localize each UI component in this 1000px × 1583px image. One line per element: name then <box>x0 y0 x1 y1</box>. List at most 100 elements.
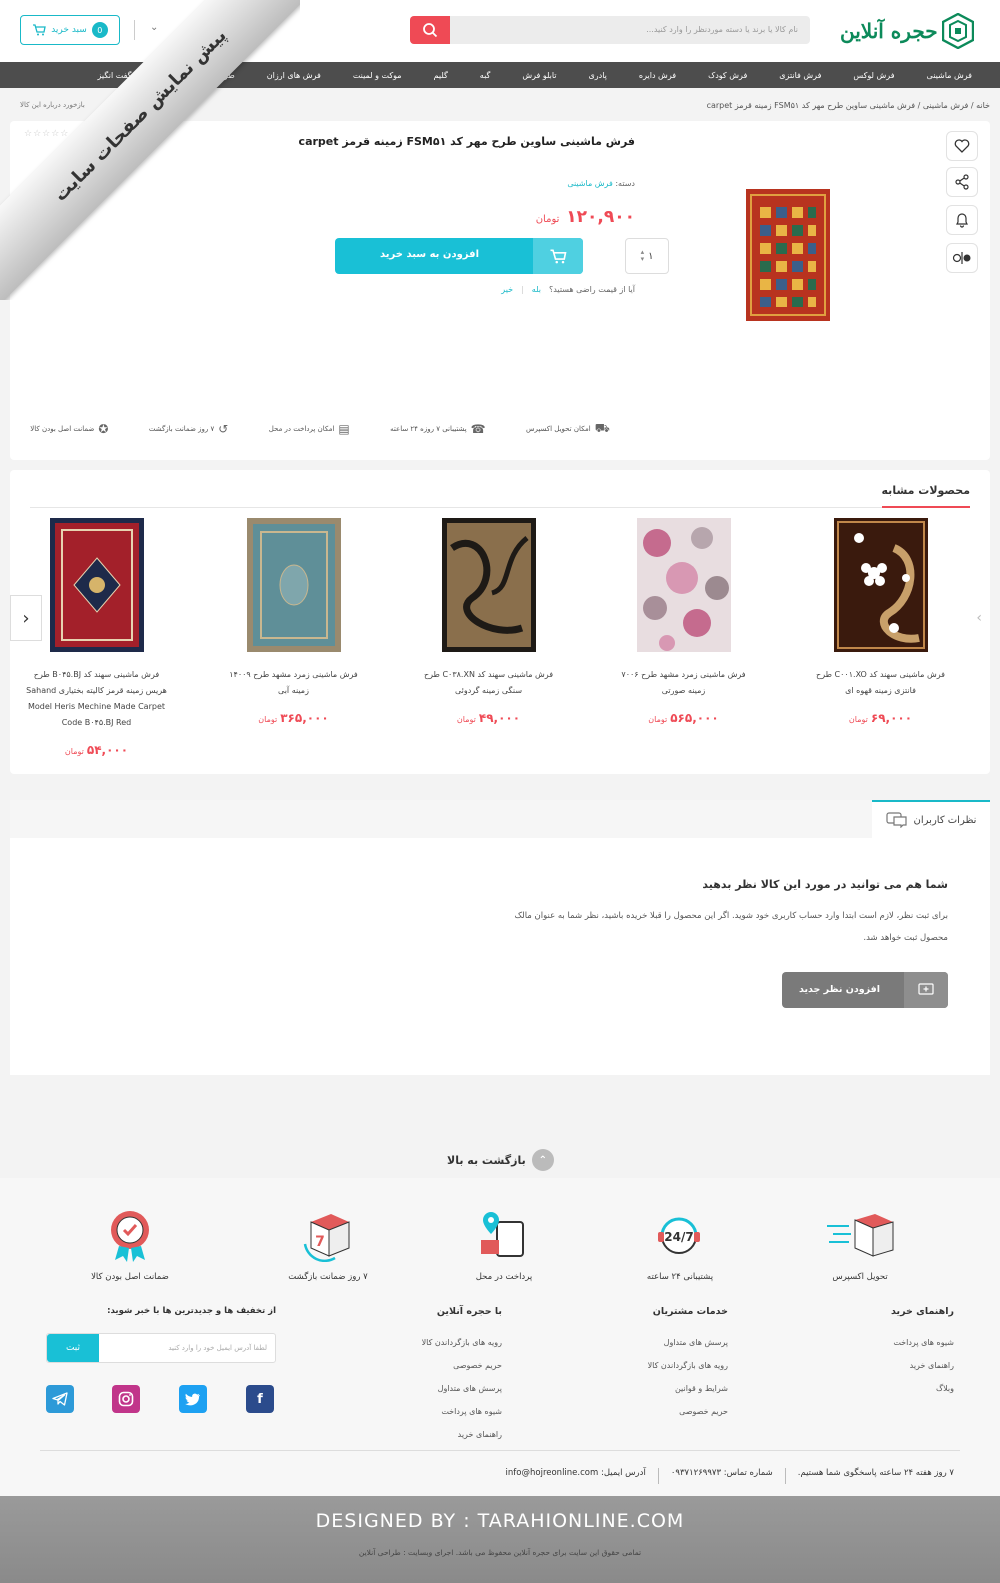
chevron-right-icon[interactable]: › <box>976 610 982 626</box>
nav-item[interactable]: فرش فانتزی <box>779 71 821 80</box>
copyright-text: تمامی حقوق این سایت برای حجره آنلاین محف… <box>358 1548 642 1557</box>
feature-label: امکان پرداخت در محل <box>268 425 335 433</box>
footer-link[interactable]: راهنمای خرید <box>891 1354 954 1377</box>
footer-feature: 24/7 پشتیبانی ۲۴ ساعته <box>620 1208 740 1282</box>
quantity-value[interactable]: ۱ <box>648 251 653 262</box>
comments-section: نظرات کاربران شما هم می توانید در مورد ا… <box>10 800 990 1075</box>
price-value: ۱۲۰,۹۰۰ <box>566 207 635 227</box>
price-yes-link[interactable]: بله <box>532 285 541 294</box>
product-name[interactable]: فرش ماشینی زمرد مشهد طرح ۱۴۰۰۹ زمینه آبی <box>216 667 371 699</box>
instagram-icon[interactable] <box>112 1385 140 1413</box>
add-comment-button[interactable]: افزودن نظر جدید <box>782 972 948 1008</box>
product-thumbnail[interactable] <box>49 518 144 652</box>
footer-link[interactable]: حریم خصوصی <box>648 1400 728 1423</box>
product-thumbnail[interactable] <box>833 518 928 652</box>
footer-link[interactable]: راهنمای خرید <box>422 1423 502 1446</box>
facebook-icon[interactable]: f <box>246 1385 274 1413</box>
feature-label: پشتیبانی ۷ روزه ۲۴ ساعته <box>390 425 467 433</box>
original-guarantee-icon <box>70 1208 190 1262</box>
footer-link[interactable]: شرایط و قوانین <box>648 1377 728 1400</box>
nav-item[interactable]: گلیم <box>434 71 448 80</box>
product-name[interactable]: فرش ماشینی سهند کد B۰۴۵.BJ طرح هریس زمین… <box>19 667 174 731</box>
category-link[interactable]: فرش ماشینی <box>567 179 612 188</box>
footer-link[interactable]: شیوه های پرداخت <box>891 1331 954 1354</box>
product-category: دسته: فرش ماشینی <box>567 179 635 188</box>
compare-button[interactable] <box>946 243 978 273</box>
footer-feature-label: تحویل اکسپرس <box>832 1272 888 1282</box>
feature-label: ضمانت اصل بودن کالا <box>30 425 95 433</box>
email-address[interactable]: آدرس ایمیل: info@hojreonline.com <box>506 1468 646 1484</box>
footer-feature-label: ضمانت اصل بودن کالا <box>91 1272 169 1282</box>
nav-item[interactable]: فرش کودک <box>708 71 747 80</box>
footer-contact: ۷ روز هفته ۲۴ ساعته پاسخگوی شما هستیم. ش… <box>506 1468 954 1484</box>
product-thumbnail[interactable] <box>441 518 536 652</box>
add-to-cart-button[interactable]: افزودن به سبد خرید <box>335 238 583 274</box>
product-item[interactable]: فرش ماشینی سهند کد C۰۳۸.XN طرح سنگی زمین… <box>411 518 566 725</box>
search-box[interactable]: نام کالا یا برند یا دسته موردنظر را وارد… <box>410 16 810 44</box>
footer-column-title: با حجره آنلاین <box>436 1306 502 1317</box>
share-button[interactable] <box>946 167 978 197</box>
search-input[interactable]: نام کالا یا برند یا دسته موردنظر را وارد… <box>646 25 798 34</box>
stepper-arrows-icon[interactable]: ▴ ▾ <box>641 249 645 263</box>
twitter-icon[interactable] <box>179 1385 207 1413</box>
site-logo[interactable]: حجره آنلاین <box>840 10 980 52</box>
footer-link[interactable]: وبلاگ <box>891 1377 954 1400</box>
phone-number[interactable]: شماره تماس: ۰۹۳۷۱۲۶۹۹۷۳ <box>671 1468 773 1484</box>
footer-link[interactable]: پرسش های متداول <box>422 1377 502 1400</box>
price-value: ۵۴,۰۰۰ <box>86 743 129 757</box>
tab-label: نظرات کاربران <box>913 814 977 826</box>
price-feedback: آیا از قیمت راضی هستید؟ بله | خیر <box>501 285 635 294</box>
notify-button[interactable] <box>946 205 978 235</box>
price-currency: تومان <box>848 715 868 724</box>
feature-item: ↺ ۷ روز ضمانت بازگشت <box>149 422 229 436</box>
product-item[interactable]: فرش ماشینی زمرد مشهد طرح ۷۰۰۶ زمینه صورت… <box>606 518 761 725</box>
bell-icon <box>956 213 968 228</box>
product-item[interactable]: فرش ماشینی سهند کد C۰۰۱.XO طرح فانتزی زم… <box>803 518 958 725</box>
footer-feature: 7 ۷ روز ضمانت بازگشت <box>268 1208 388 1282</box>
cash-icon: ▤ <box>338 422 350 436</box>
price-currency: تومان <box>258 715 278 724</box>
product-thumbnail[interactable] <box>636 518 731 652</box>
product-item[interactable]: فرش ماشینی سهند کد B۰۴۵.BJ طرح هریس زمین… <box>19 518 174 757</box>
product-price: ۵۴,۰۰۰تومان <box>19 743 174 757</box>
footer-column-about: با حجره آنلاین رویه های بازگرداندن کالا … <box>422 1306 502 1446</box>
back-to-top[interactable]: ⌃ بازگشت به بالا <box>447 1149 554 1171</box>
title-underline <box>882 506 970 508</box>
nav-item[interactable]: فرش دایره <box>639 71 676 80</box>
search-button[interactable] <box>410 16 450 44</box>
newsletter-title: از تخفیف ها و جدیدترین ها با خبر شوید: <box>107 1306 276 1316</box>
product-image[interactable] <box>746 189 830 321</box>
product-name[interactable]: فرش ماشینی سهند کد C۰۰۱.XO طرح فانتزی زم… <box>803 667 958 699</box>
nav-item[interactable]: پادری <box>589 71 607 80</box>
nav-item[interactable]: فرش ماشینی <box>927 71 972 80</box>
price-value: ۵۶۵,۰۰۰ <box>670 711 719 725</box>
wishlist-button[interactable] <box>946 131 978 161</box>
breadcrumb[interactable]: خانه / فرش ماشینی / فرش ماشینی ساوین طرح… <box>707 101 990 110</box>
footer-link[interactable]: رویه های بازگرداندن کالا <box>422 1331 502 1354</box>
nav-item[interactable]: فرش لوکس <box>853 71 894 80</box>
product-name[interactable]: فرش ماشینی زمرد مشهد طرح ۷۰۰۶ زمینه صورت… <box>606 667 761 699</box>
product-name[interactable]: فرش ماشینی سهند کد C۰۳۸.XN طرح سنگی زمین… <box>411 667 566 699</box>
newsletter-submit-button[interactable]: ثبت <box>47 1334 99 1362</box>
product-price: ۱۲۰,۹۰۰ تومان <box>536 207 635 227</box>
designer-credit[interactable]: DESIGNED BY : TARAHIONLINE.COM <box>0 1510 1000 1532</box>
footer-link[interactable]: پرسش های متداول <box>648 1331 728 1354</box>
footer-link[interactable]: حریم خصوصی <box>422 1354 502 1377</box>
quantity-stepper[interactable]: ۱ ▴ ▾ <box>625 238 669 274</box>
tab-comments[interactable]: نظرات کاربران <box>872 800 990 838</box>
newsletter-email-input[interactable]: لطفا آدرس ایمیل خود را وارد کنید <box>168 1344 267 1352</box>
logo-emblem-icon <box>941 13 974 49</box>
telegram-icon[interactable] <box>46 1385 74 1413</box>
footer-link[interactable]: شیوه های پرداخت <box>422 1400 502 1423</box>
nav-item[interactable]: موکت و لمینت <box>353 71 402 80</box>
price-currency: تومان <box>535 214 560 225</box>
nav-item[interactable]: تابلو فرش <box>522 71 556 80</box>
product-thumbnail[interactable] <box>246 518 341 652</box>
footer-link[interactable]: رویه های بازگرداندن کالا <box>648 1354 728 1377</box>
price-currency: تومان <box>648 715 668 724</box>
nav-item[interactable]: گبه <box>480 71 491 80</box>
product-item[interactable]: فرش ماشینی زمرد مشهد طرح ۱۴۰۰۹ زمینه آبی… <box>216 518 371 725</box>
product-price: ۶۹,۰۰۰تومان <box>803 711 958 725</box>
comments-tabbar <box>10 800 990 838</box>
price-no-link[interactable]: خیر <box>501 285 513 294</box>
